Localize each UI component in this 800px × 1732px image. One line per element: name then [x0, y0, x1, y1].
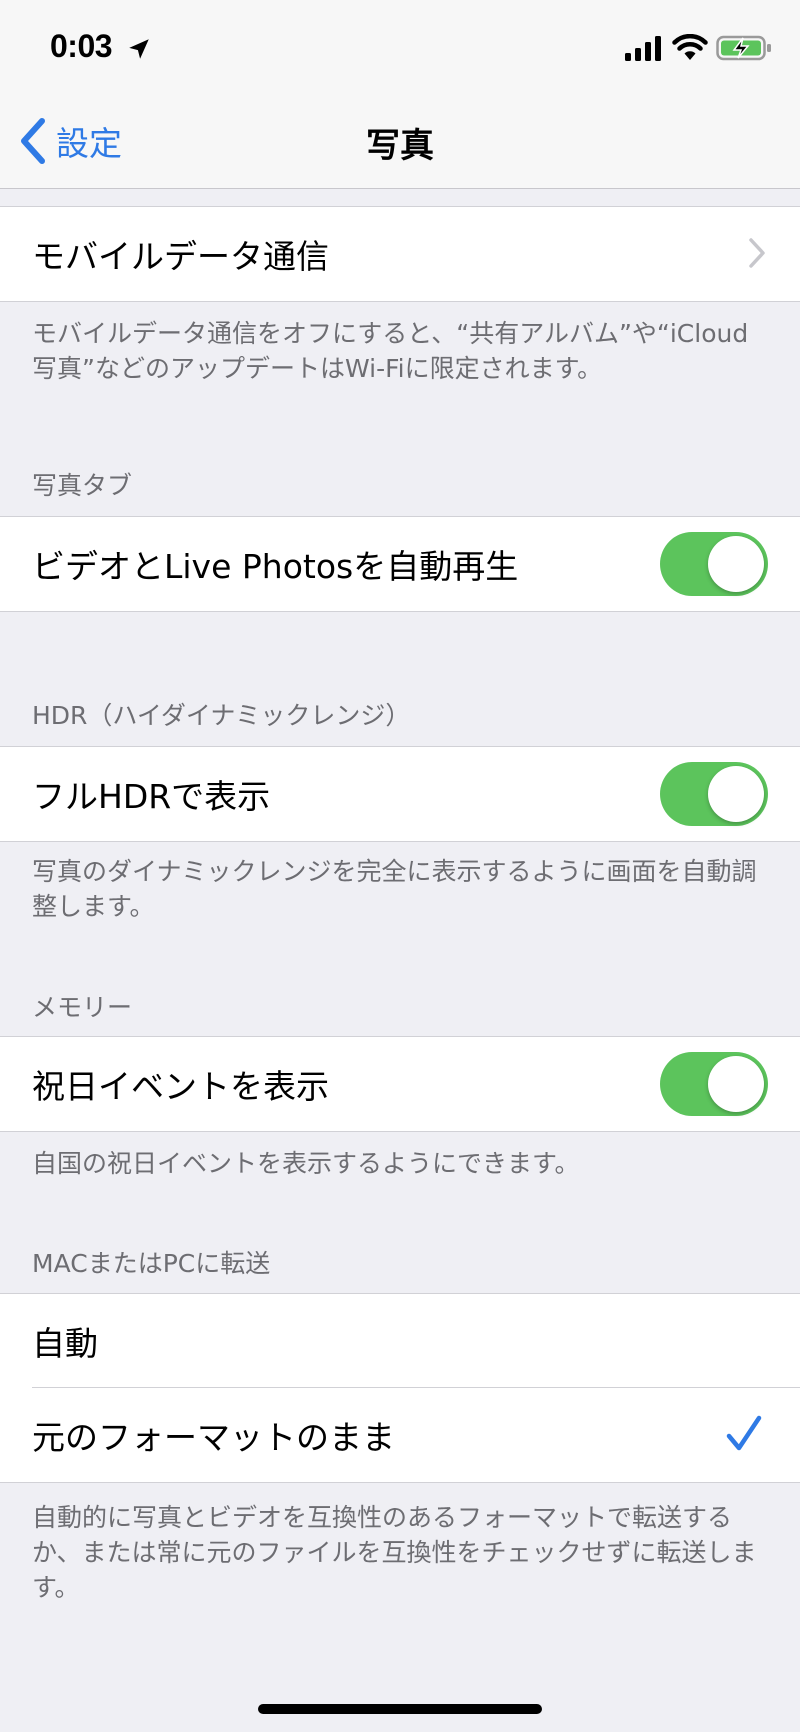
- toggle-knob: [708, 536, 764, 592]
- memories-footer: 自国の祝日イベントを表示するようにできます。: [32, 1149, 580, 1178]
- autoplay-toggle[interactable]: [660, 532, 768, 596]
- wifi-icon: [672, 34, 708, 60]
- toggle-knob: [708, 766, 764, 822]
- cellular-group: モバイルデータ通信: [0, 206, 800, 302]
- transfer-option-label: 元のフォーマットのまま: [32, 1418, 395, 1457]
- hdr-group: フルHDRで表示: [0, 746, 800, 842]
- photos-tab-group: ビデオとLive Photosを自動再生: [0, 516, 800, 612]
- location-arrow-icon: [129, 39, 149, 59]
- transfer-option-label: 自動: [32, 1324, 98, 1363]
- battery-charging-icon: [716, 35, 771, 61]
- chevron-right-icon: [749, 238, 765, 268]
- memories-header: メモリー: [32, 993, 133, 1022]
- cellular-footer: モバイルデータ通信をオフにすると、“共有アルバム”や“iCloud写真”などのア…: [32, 319, 749, 383]
- navigation-bar: 設定 写真: [0, 96, 800, 189]
- memories-group: 祝日イベントを表示: [0, 1036, 800, 1132]
- holiday-events-label: 祝日イベントを表示: [32, 1067, 329, 1106]
- hdr-footer: 写真のダイナミックレンジを完全に表示するように画面を自動調整します。: [32, 857, 757, 921]
- hdr-header: HDR（ハイダイナミックレンジ）: [32, 701, 411, 730]
- signal-icon: [625, 36, 661, 61]
- transfer-header: MACまたはPCに転送: [32, 1249, 271, 1278]
- autoplay-label: ビデオとLive Photosを自動再生: [32, 547, 519, 586]
- holiday-events-toggle[interactable]: [660, 1052, 768, 1116]
- checkmark-icon: [726, 1415, 762, 1451]
- page-title: 写真: [366, 126, 434, 166]
- status-bar: 0:03: [0, 0, 800, 96]
- cellular-data-label: モバイルデータ通信: [32, 237, 329, 276]
- cellular-data-row[interactable]: モバイルデータ通信: [0, 207, 800, 301]
- transfer-option-automatic[interactable]: 自動: [0, 1294, 800, 1388]
- full-hdr-row: フルHDRで表示: [0, 747, 800, 841]
- autoplay-row: ビデオとLive Photosを自動再生: [0, 517, 800, 611]
- transfer-option-keep-originals[interactable]: 元のフォーマットのまま: [0, 1388, 800, 1482]
- holiday-events-row: 祝日イベントを表示: [0, 1037, 800, 1131]
- full-hdr-label: フルHDRで表示: [32, 777, 271, 816]
- transfer-footer: 自動的に写真とビデオを互換性のあるフォーマットで転送するか、または常に元のファイ…: [32, 1503, 757, 1602]
- full-hdr-toggle[interactable]: [660, 762, 768, 826]
- photos-tab-header: 写真タブ: [32, 471, 133, 500]
- toggle-knob: [708, 1056, 764, 1112]
- transfer-group: 自動 元のフォーマットのまま: [0, 1293, 800, 1483]
- home-indicator: [258, 1704, 542, 1714]
- status-time: 0:03: [50, 28, 113, 64]
